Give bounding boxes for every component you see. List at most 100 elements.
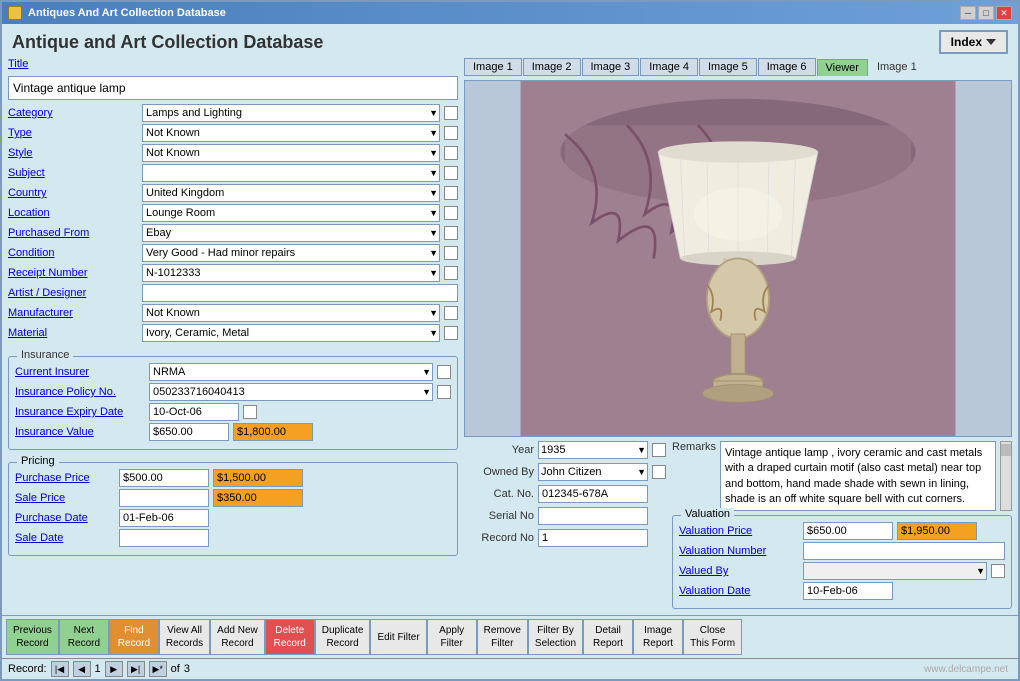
select-3[interactable] (142, 164, 440, 182)
field-label-4[interactable]: Country (8, 187, 138, 199)
checkbox-8[interactable] (444, 266, 458, 280)
ins-value-input2[interactable] (233, 423, 313, 441)
select-7[interactable]: Very Good - Had minor repairs (142, 244, 440, 262)
checkbox-1[interactable] (444, 126, 458, 140)
remarks-scrollbar[interactable] (1000, 441, 1012, 511)
next-record-button[interactable]: Next Record (59, 619, 109, 655)
apply-filter-button[interactable]: Apply Filter (427, 619, 477, 655)
nav-prev-button[interactable]: ◀ (73, 661, 91, 677)
nav-last-button[interactable]: ▶| (127, 661, 145, 677)
close-window-button[interactable]: ✕ (996, 6, 1012, 20)
checkbox-7[interactable] (444, 246, 458, 260)
price-label-0[interactable]: Purchase Price (15, 472, 115, 484)
select-1[interactable]: Not Known (142, 124, 440, 142)
nav-first-button[interactable]: |◀ (51, 661, 69, 677)
field-label-1[interactable]: Type (8, 127, 138, 139)
minimize-button[interactable]: ─ (960, 6, 976, 20)
select-8[interactable]: N-1012333 (142, 264, 440, 282)
ins-value-input1[interactable] (149, 423, 229, 441)
field-label-2[interactable]: Style (8, 147, 138, 159)
year-select[interactable]: 1935 (538, 441, 648, 459)
tab-image6[interactable]: Image 6 (758, 58, 816, 76)
select-10[interactable]: Not Known (142, 304, 440, 322)
val-number-input[interactable] (803, 542, 1005, 560)
select-2[interactable]: Not Known (142, 144, 440, 162)
price-input1-2[interactable] (119, 509, 209, 527)
val-by-select[interactable] (803, 562, 987, 580)
select-5[interactable]: Lounge Room (142, 204, 440, 222)
select-11[interactable]: Ivory, Ceramic, Metal (142, 324, 440, 342)
add-new-record-button[interactable]: Add New Record (210, 619, 265, 655)
val-price-input1[interactable] (803, 522, 893, 540)
expiry-checkbox[interactable] (243, 405, 257, 419)
index-button[interactable]: Index (939, 30, 1008, 54)
field-label-7[interactable]: Condition (8, 247, 138, 259)
tab-image5[interactable]: Image 5 (699, 58, 757, 76)
checkbox-2[interactable] (444, 146, 458, 160)
val-date-input[interactable] (803, 582, 893, 600)
expiry-input[interactable] (149, 403, 239, 421)
duplicate-record-button[interactable]: Duplicate Record (315, 619, 371, 655)
select-4[interactable]: United Kingdom (142, 184, 440, 202)
price-input1-3[interactable] (119, 529, 209, 547)
year-checkbox[interactable] (652, 443, 666, 457)
view-all-records-button[interactable]: View All Records (159, 619, 210, 655)
tab-image4[interactable]: Image 4 (640, 58, 698, 76)
select-6[interactable]: Ebay (142, 224, 440, 242)
field-label-10[interactable]: Manufacturer (8, 307, 138, 319)
field-label-8[interactable]: Receipt Number (8, 267, 138, 279)
policy-select[interactable]: 050233716040413 (149, 383, 433, 401)
field-label-5[interactable]: Location (8, 207, 138, 219)
field-label-6[interactable]: Purchased From (8, 227, 138, 239)
record-no-input[interactable] (538, 529, 648, 547)
ins-value-label[interactable]: Insurance Value (15, 426, 145, 438)
price-label-2[interactable]: Purchase Date (15, 512, 115, 524)
policy-label[interactable]: Insurance Policy No. (15, 386, 145, 398)
close-form-button[interactable]: Close This Form (683, 619, 742, 655)
detail-report-button[interactable]: Detail Report (583, 619, 633, 655)
serial-no-input[interactable] (538, 507, 648, 525)
delete-record-button[interactable]: Delete Record (265, 619, 315, 655)
find-record-button[interactable]: Find Record (109, 619, 159, 655)
remove-filter-button[interactable]: Remove Filter (477, 619, 528, 655)
field-label-0[interactable]: Category (8, 107, 138, 119)
title-field-label[interactable]: Title (8, 58, 138, 70)
field-label-11[interactable]: Material (8, 327, 138, 339)
input-9[interactable] (142, 284, 458, 302)
val-price-input2[interactable] (897, 522, 977, 540)
price-input1-0[interactable] (119, 469, 209, 487)
price-input2-1[interactable] (213, 489, 303, 507)
val-price-label[interactable]: Valuation Price (679, 525, 799, 537)
insurer-select[interactable]: NRMA (149, 363, 433, 381)
prev-record-button[interactable]: Previous Record (6, 619, 59, 655)
expiry-label[interactable]: Insurance Expiry Date (15, 406, 145, 418)
title-input[interactable] (8, 76, 458, 100)
checkbox-6[interactable] (444, 226, 458, 240)
checkbox-4[interactable] (444, 186, 458, 200)
insurer-checkbox[interactable] (437, 365, 451, 379)
field-label-9[interactable]: Artist / Designer (8, 287, 138, 299)
nav-next-button[interactable]: ▶ (105, 661, 123, 677)
select-0[interactable]: Lamps and Lighting (142, 104, 440, 122)
val-date-label[interactable]: Valuation Date (679, 585, 799, 597)
owned-by-select[interactable]: John Citizen (538, 463, 648, 481)
field-label-3[interactable]: Subject (8, 167, 138, 179)
price-input1-1[interactable] (119, 489, 209, 507)
price-label-1[interactable]: Sale Price (15, 492, 115, 504)
edit-filter-button[interactable]: Edit Filter (370, 619, 426, 655)
price-label-3[interactable]: Sale Date (15, 532, 115, 544)
filter-by-selection-button[interactable]: Filter By Selection (528, 619, 583, 655)
maximize-button[interactable]: □ (978, 6, 994, 20)
val-by-label[interactable]: Valued By (679, 565, 799, 577)
checkbox-3[interactable] (444, 166, 458, 180)
policy-checkbox[interactable] (437, 385, 451, 399)
checkbox-5[interactable] (444, 206, 458, 220)
cat-no-input[interactable] (538, 485, 648, 503)
tab-viewer[interactable]: Viewer (817, 59, 868, 76)
val-by-checkbox[interactable] (991, 564, 1005, 578)
price-input2-0[interactable] (213, 469, 303, 487)
insurer-label[interactable]: Current Insurer (15, 366, 145, 378)
checkbox-10[interactable] (444, 306, 458, 320)
tab-image1[interactable]: Image 1 (464, 58, 522, 76)
checkbox-0[interactable] (444, 106, 458, 120)
